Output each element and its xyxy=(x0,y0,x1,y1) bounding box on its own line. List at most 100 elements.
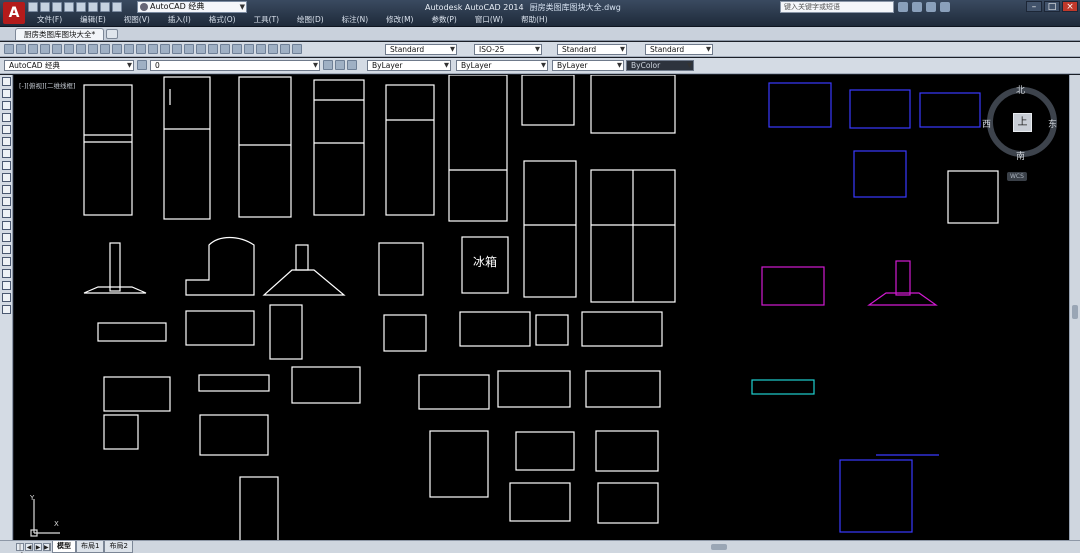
lineweight-dropdown[interactable]: ByLayer ▼ xyxy=(552,60,624,71)
print-icon[interactable] xyxy=(76,2,86,12)
undo-icon[interactable] xyxy=(88,2,98,12)
table-style-dropdown[interactable]: Standard ▼ xyxy=(557,44,627,55)
arc-icon[interactable] xyxy=(1,137,11,146)
ellipse-arc-icon[interactable] xyxy=(1,197,11,206)
redo-icon[interactable] xyxy=(100,2,110,12)
publish-icon[interactable] xyxy=(64,44,74,54)
layer-properties-icon[interactable] xyxy=(137,60,147,70)
tab-layout2[interactable]: 布局2 xyxy=(104,541,133,553)
zoom-previous-icon[interactable] xyxy=(208,44,218,54)
open-icon[interactable] xyxy=(40,2,50,12)
mleader-style-dropdown[interactable]: Standard ▼ xyxy=(645,44,713,55)
rectangle-icon[interactable] xyxy=(1,125,11,134)
line-icon[interactable] xyxy=(1,77,11,86)
viewcube-north[interactable]: 北 xyxy=(1016,83,1025,96)
block-editor-icon[interactable] xyxy=(136,44,146,54)
menu-parametric[interactable]: 参数(P) xyxy=(422,14,465,26)
layer-states-icon[interactable] xyxy=(347,60,357,70)
save-icon[interactable] xyxy=(52,2,62,12)
close-button[interactable]: × xyxy=(1062,1,1078,12)
design-center-icon[interactable] xyxy=(232,44,242,54)
exchange-icon[interactable] xyxy=(926,2,936,12)
hatch-icon[interactable] xyxy=(1,245,11,254)
binoculars-icon[interactable] xyxy=(898,2,908,12)
revcloud-icon[interactable] xyxy=(1,161,11,170)
quickcalc-icon[interactable] xyxy=(280,44,290,54)
make-block-icon[interactable] xyxy=(1,221,11,230)
make-current-icon[interactable] xyxy=(323,60,333,70)
minimize-button[interactable]: – xyxy=(1026,1,1042,12)
tab-model[interactable]: 模型 xyxy=(52,541,76,553)
new-icon[interactable] xyxy=(28,2,38,12)
save-icon[interactable] xyxy=(28,44,38,54)
viewcube-south[interactable]: 南 xyxy=(1016,149,1025,162)
horizontal-scroll-thumb[interactable] xyxy=(711,544,727,550)
viewcube[interactable]: 上 xyxy=(987,87,1057,157)
workspace-dropdown[interactable]: AutoCAD 经典 ▼ xyxy=(137,1,247,13)
spline-icon[interactable] xyxy=(1,173,11,182)
markup-icon[interactable] xyxy=(268,44,278,54)
copy-icon[interactable] xyxy=(100,44,110,54)
tool-palettes-icon[interactable] xyxy=(244,44,254,54)
menu-tools[interactable]: 工具(T) xyxy=(245,14,288,26)
search-input[interactable]: 键入关键字或短语 xyxy=(780,1,894,13)
menu-format[interactable]: 格式(O) xyxy=(200,14,245,26)
tab-layout1[interactable]: 布局1 xyxy=(76,541,105,553)
gradient-icon[interactable] xyxy=(1,257,11,266)
3dprint-icon[interactable] xyxy=(76,44,86,54)
paste-icon[interactable] xyxy=(112,44,122,54)
plotstyle-dropdown[interactable]: ByColor ▼ xyxy=(626,60,694,71)
layer-previous-icon[interactable] xyxy=(335,60,345,70)
next-layout-button[interactable]: ▶ xyxy=(34,543,42,551)
cut-icon[interactable] xyxy=(88,44,98,54)
zoom-window-icon[interactable] xyxy=(196,44,206,54)
help-icon[interactable] xyxy=(292,44,302,54)
redo-icon[interactable] xyxy=(160,44,170,54)
add-selected-icon[interactable] xyxy=(1,305,11,314)
mtext-icon[interactable] xyxy=(1,293,11,302)
menu-insert[interactable]: 插入(I) xyxy=(159,14,200,26)
color-dropdown[interactable]: ByLayer ▼ xyxy=(367,60,451,71)
menu-edit[interactable]: 编辑(E) xyxy=(71,14,115,26)
table-icon[interactable] xyxy=(1,281,11,290)
dim-style-dropdown[interactable]: ISO-25 ▼ xyxy=(474,44,542,55)
last-layout-button[interactable]: ▶| xyxy=(43,543,51,551)
open-icon[interactable] xyxy=(16,44,26,54)
qnew-icon[interactable] xyxy=(4,44,14,54)
wcs-menu[interactable]: WCS xyxy=(1007,172,1027,181)
help-icon[interactable] xyxy=(940,2,950,12)
menu-help[interactable]: 帮助(H) xyxy=(512,14,557,26)
insert-block-icon[interactable] xyxy=(1,209,11,218)
new-drawing-tab-button[interactable] xyxy=(106,29,118,39)
user-icon[interactable] xyxy=(912,2,922,12)
preview-icon[interactable] xyxy=(52,44,62,54)
vertical-scrollbar[interactable] xyxy=(1069,75,1080,540)
construction-line-icon[interactable] xyxy=(1,89,11,98)
properties-icon[interactable] xyxy=(220,44,230,54)
undo-icon[interactable] xyxy=(148,44,158,54)
menu-modify[interactable]: 修改(M) xyxy=(377,14,422,26)
viewcube-west[interactable]: 西 xyxy=(982,117,991,130)
point-icon[interactable] xyxy=(1,233,11,242)
polyline-icon[interactable] xyxy=(1,101,11,110)
vertical-scroll-thumb[interactable] xyxy=(1072,305,1078,319)
pan-icon[interactable] xyxy=(172,44,182,54)
prev-layout-button[interactable]: ◀ xyxy=(25,543,33,551)
drawing-canvas[interactable]: [-][俯视][二维线框] 冰箱 上 北 南 东 西 WCS Y X xyxy=(14,75,1069,540)
linetype-dropdown[interactable]: ByLayer ▼ xyxy=(456,60,548,71)
sheet-set-icon[interactable] xyxy=(256,44,266,54)
drawing-tab[interactable]: 厨房类图库图块大全* xyxy=(15,28,105,40)
viewcube-top-face[interactable]: 上 xyxy=(1013,113,1032,132)
workspace-switch-icon[interactable] xyxy=(112,2,122,12)
polygon-icon[interactable] xyxy=(1,113,11,122)
first-layout-button[interactable]: |◀ xyxy=(16,543,24,553)
menu-draw[interactable]: 绘图(D) xyxy=(288,14,333,26)
workspace-select[interactable]: AutoCAD 经典 ▼ xyxy=(4,60,134,71)
region-icon[interactable] xyxy=(1,269,11,278)
match-properties-icon[interactable] xyxy=(124,44,134,54)
plot-icon[interactable] xyxy=(40,44,50,54)
ellipse-icon[interactable] xyxy=(1,185,11,194)
application-menu-button[interactable]: A xyxy=(3,2,25,24)
menu-file[interactable]: 文件(F) xyxy=(28,14,71,26)
zoom-realtime-icon[interactable] xyxy=(184,44,194,54)
